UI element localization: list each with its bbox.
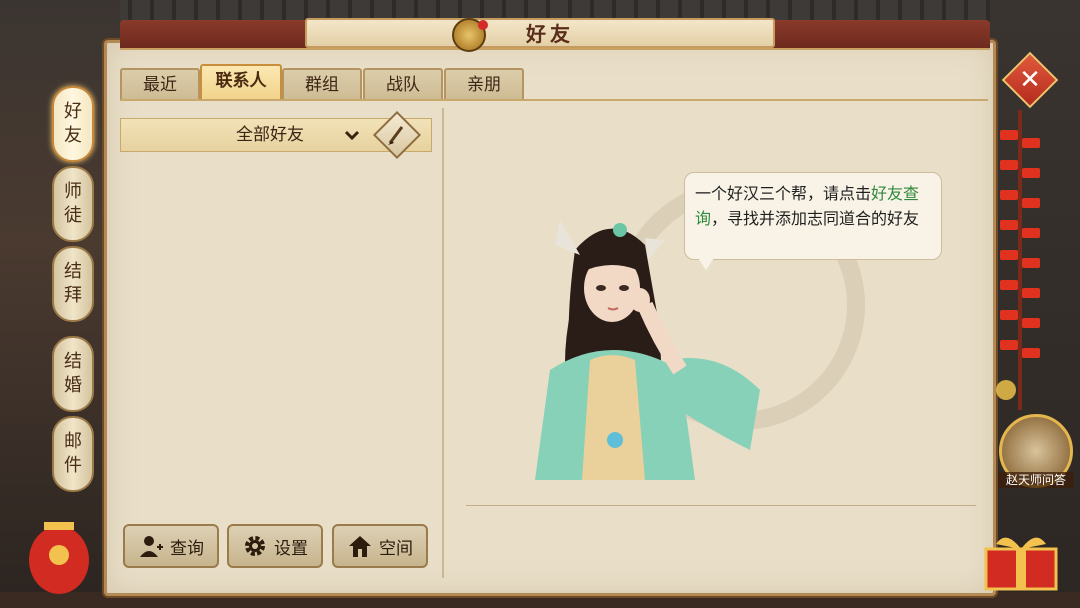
side-tab-char: 师 <box>64 181 82 202</box>
side-tab-sworn[interactable]: 结 拜 <box>52 246 94 322</box>
side-tab-char: 婚 <box>64 375 82 396</box>
tab-team[interactable]: 战队 <box>363 68 443 100</box>
side-tab-char: 邮 <box>64 431 82 452</box>
detail-divider <box>466 505 976 506</box>
npc-quiz-label: 赵天师问答 <box>998 472 1074 488</box>
chevron-down-icon[interactable] <box>342 124 362 146</box>
side-tab-char: 结 <box>64 351 82 372</box>
gift-box-decoration <box>984 537 1058 591</box>
side-tab-char: 结 <box>64 261 82 282</box>
close-icon[interactable]: ✕ <box>1010 60 1050 100</box>
tab-groups[interactable]: 群组 <box>282 68 362 100</box>
hint-text: 一个好汉三个帮，请点击 <box>695 184 872 203</box>
query-button[interactable]: 查询 <box>123 524 219 568</box>
gear-icon <box>245 536 265 556</box>
side-tab-char: 友 <box>64 125 82 146</box>
title-seal-dot <box>478 20 488 30</box>
space-button-label: 空间 <box>379 538 413 559</box>
add-user-icon <box>140 536 163 557</box>
side-tab-char: 件 <box>64 455 82 476</box>
firecracker-decoration <box>996 110 1040 410</box>
tab-divider <box>120 99 988 101</box>
side-tab-friends[interactable]: 好 友 <box>52 86 94 162</box>
tab-contacts[interactable]: 联系人 <box>200 64 282 100</box>
friend-list[interactable] <box>118 108 444 578</box>
settings-button[interactable]: 设置 <box>227 524 323 568</box>
side-tab-mentor[interactable]: 师 徒 <box>52 166 94 242</box>
npc-character-illustration <box>535 220 760 480</box>
friend-filter-label: 全部好友 <box>236 125 304 145</box>
side-tab-char: 好 <box>64 101 82 122</box>
tab-family[interactable]: 亲朋 <box>444 68 524 100</box>
page-title: 好友 <box>526 22 574 46</box>
side-tab-char: 徒 <box>64 205 82 226</box>
settings-button-label: 设置 <box>274 538 308 559</box>
space-button[interactable]: 空间 <box>332 524 428 568</box>
tab-recent[interactable]: 最近 <box>120 68 200 100</box>
side-tab-mail[interactable]: 邮 件 <box>52 416 94 492</box>
lantern-decoration <box>29 522 89 594</box>
query-button-label: 查询 <box>170 538 204 559</box>
side-tab-char: 拜 <box>64 285 82 306</box>
brush-icon[interactable] <box>380 118 414 152</box>
home-icon <box>349 536 371 557</box>
side-tab-marriage[interactable]: 结 婚 <box>52 336 94 412</box>
